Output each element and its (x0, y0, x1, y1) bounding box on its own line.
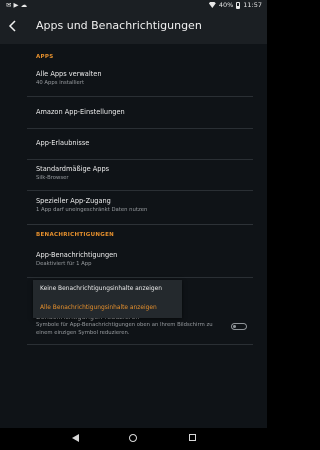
divider (27, 344, 253, 345)
item-title: App-Erlaubnisse (36, 139, 90, 147)
notification-icons: ✉ ▶ ☁ (6, 1, 28, 9)
nav-back-icon[interactable] (72, 434, 79, 442)
nav-home-icon[interactable] (129, 434, 137, 442)
app-notifications-item[interactable]: App-Benachrichtigungen Deaktiviert für 1… (36, 251, 251, 268)
item-title: Standardmäßige Apps (36, 165, 110, 173)
notification-content-popup: Keine Benachrichtigungsinhalte anzeigen … (33, 280, 182, 318)
navigation-bar (0, 428, 267, 450)
item-subtitle: Deaktiviert für 1 App (36, 261, 92, 267)
item-title: Spezieller App-Zugang (36, 197, 111, 205)
status-bar: ✉ ▶ ☁ 40% 11:57 (0, 0, 267, 10)
app-permissions-item[interactable]: App-Erlaubnisse (36, 139, 251, 148)
clock: 11:57 (243, 1, 262, 9)
amazon-app-settings-item[interactable]: Amazon App-Einstellungen (36, 108, 251, 117)
chevron-left-icon (8, 20, 16, 32)
back-button[interactable] (5, 18, 21, 34)
reduce-notifications-toggle[interactable] (231, 323, 247, 330)
battery-icon (236, 1, 241, 9)
item-subtitle: 1 App darf uneingeschränkt Daten nutzen (36, 207, 148, 213)
item-subtitle: Silk-Browser (36, 175, 69, 181)
item-title: App-Benachrichtigungen (36, 251, 118, 259)
battery-percent: 40% (218, 1, 234, 9)
item-subtitle: 40 Apps installiert (36, 80, 85, 86)
app-bar: Apps und Benachrichtigungen (0, 10, 267, 44)
item-title: Alle Apps verwalten (36, 70, 102, 78)
special-app-access-item[interactable]: Spezieller App-Zugang 1 App darf uneinge… (36, 197, 251, 214)
settings-screen: ✉ ▶ ☁ 40% 11:57 Apps und Benachrichtigun… (0, 0, 267, 450)
popup-option-show-all-content[interactable]: Alle Benachrichtigungsinhalte anzeigen (40, 305, 157, 311)
divider (27, 128, 253, 129)
section-header-apps: APPS (36, 54, 54, 60)
divider (27, 159, 253, 160)
divider (27, 96, 253, 97)
item-title: Amazon App-Einstellungen (36, 108, 125, 116)
popup-option-hide-content[interactable]: Keine Benachrichtigungsinhalte anzeigen (40, 286, 162, 292)
item-description: Symbole für App-Benachrichtigungen oben … (36, 322, 213, 336)
section-header-notifications: BENACHRICHTIGUNGEN (36, 232, 115, 238)
toggle-knob (233, 325, 236, 328)
wifi-icon (208, 2, 216, 8)
divider (27, 190, 253, 191)
section-divider (27, 224, 253, 225)
page-title: Apps und Benachrichtigungen (36, 19, 202, 32)
manage-all-apps-item[interactable]: Alle Apps verwalten 40 Apps installiert (36, 70, 251, 87)
default-apps-item[interactable]: Standardmäßige Apps Silk-Browser (36, 165, 251, 182)
nav-recent-apps-icon[interactable] (189, 434, 196, 441)
divider (27, 277, 253, 278)
